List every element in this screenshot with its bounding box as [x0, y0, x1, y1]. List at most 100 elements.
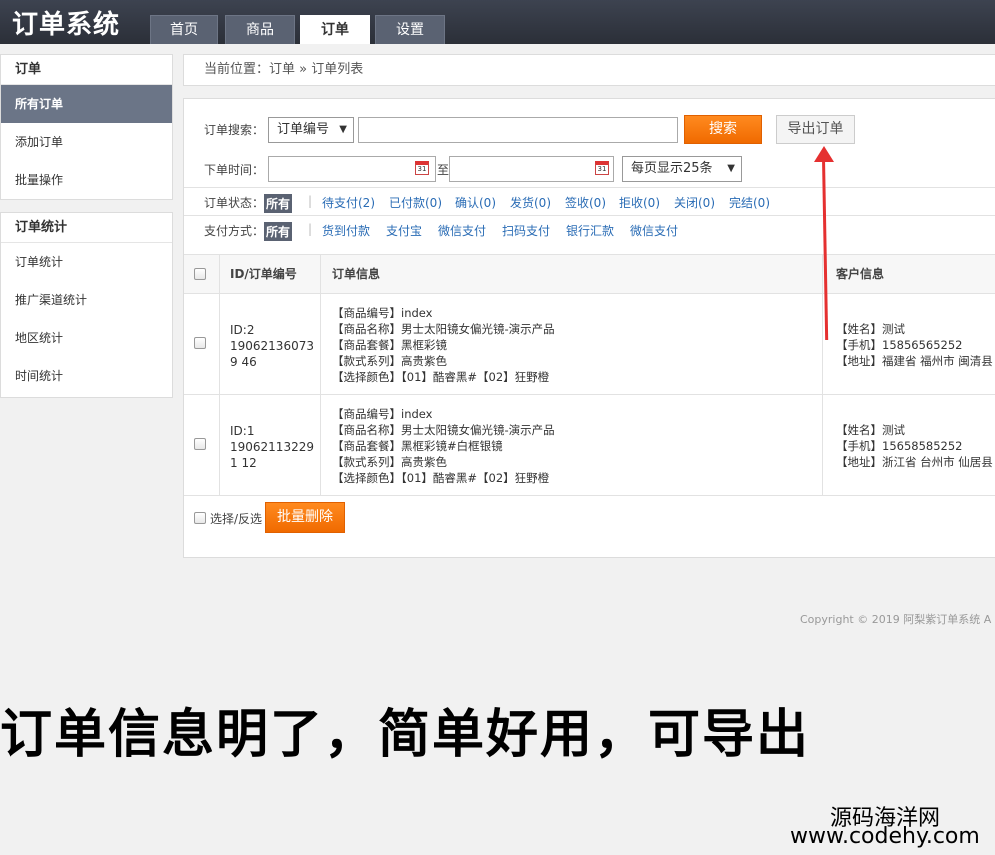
- status-filter-shipped[interactable]: 发货(0): [510, 194, 551, 211]
- search-input[interactable]: [358, 117, 678, 143]
- select-all-checkbox[interactable]: [194, 268, 206, 280]
- select-toggle-label[interactable]: 选择/反选: [210, 510, 262, 527]
- payment-label: 支付方式：: [204, 224, 265, 238]
- info-line: 【商品套餐】黑框彩镜: [332, 338, 447, 352]
- column-header-customer: 客户信息: [836, 267, 885, 281]
- sidebar-group-title: 订单统计: [1, 213, 172, 243]
- order-number: 190621132291 12: [230, 440, 314, 470]
- annotation-arrow-head-icon: [814, 146, 834, 162]
- status-filter-closed[interactable]: 关闭(0): [674, 194, 715, 211]
- breadcrumb: 当前位置：订单 » 订单列表: [183, 54, 995, 86]
- order-id: ID:1: [230, 424, 255, 438]
- tab-orders[interactable]: 订单: [300, 15, 370, 44]
- table-header: ID/订单编号 订单信息 客户信息: [184, 254, 995, 294]
- payment-filter-all[interactable]: 所有: [264, 222, 293, 241]
- customer-line: 【地址】浙江省 台州市 仙居县: [836, 455, 993, 469]
- order-number: 190621360739 46: [230, 339, 314, 369]
- info-line: 【商品套餐】黑框彩镜#白框银镜: [332, 439, 503, 453]
- order-id-cell: ID:1 190621132291 12: [230, 423, 315, 471]
- row-divider: [184, 394, 995, 395]
- status-label: 订单状态：: [204, 196, 265, 210]
- batch-delete-button[interactable]: 批量删除: [265, 502, 345, 533]
- search-field-select[interactable]: 订单编号 ▼: [268, 117, 354, 143]
- time-separator: 至: [437, 163, 450, 177]
- payment-filter-alipay[interactable]: 支付宝: [386, 222, 422, 239]
- tab-products[interactable]: 商品: [225, 15, 295, 44]
- info-line: 【款式系列】高贵紫色: [332, 354, 447, 368]
- column-header-id: ID/订单编号: [230, 267, 297, 281]
- row-divider: [184, 495, 995, 496]
- page-size-select[interactable]: 每页显示25条 ▼: [622, 156, 742, 182]
- select-toggle-checkbox[interactable]: [194, 512, 206, 524]
- payment-filter-cod[interactable]: 货到付款: [322, 222, 370, 239]
- separator: |: [308, 222, 313, 236]
- payment-filter-qrcode[interactable]: 扫码支付: [502, 222, 550, 239]
- status-filter-unpaid[interactable]: 待支付(2): [322, 194, 375, 211]
- sidebar-item-all-orders[interactable]: 所有订单: [1, 85, 172, 123]
- top-bar: 订单系统 首页 商品 订单 设置: [0, 0, 995, 44]
- status-filter-confirmed[interactable]: 确认(0): [455, 194, 496, 211]
- column-divider: [320, 254, 321, 495]
- sidebar-item-add-order[interactable]: 添加订单: [1, 123, 172, 161]
- tab-home[interactable]: 首页: [150, 15, 218, 44]
- customer-line: 【手机】15658585252: [836, 439, 963, 453]
- sidebar-item-region-stats[interactable]: 地区统计: [1, 319, 172, 357]
- sidebar-item-time-stats[interactable]: 时间统计: [1, 357, 172, 395]
- info-line: 【选择颜色】【01】酷睿黑#【02】狂野橙: [332, 471, 550, 485]
- payment-filter-wechat-2[interactable]: 微信支付: [630, 222, 678, 239]
- customer-info-cell: 【姓名】测试 【手机】15856565252 【地址】福建省 福州市 闽清县: [836, 321, 993, 369]
- sidebar-group-title: 订单: [1, 55, 172, 85]
- dropdown-arrow-icon: ▼: [339, 124, 347, 135]
- info-line: 【商品名称】男士太阳镜女偏光镜-演示产品: [332, 322, 555, 336]
- order-id: ID:2: [230, 323, 255, 337]
- info-line: 【商品编号】index: [332, 306, 433, 320]
- payment-filter-bank[interactable]: 银行汇款: [566, 222, 614, 239]
- status-filter-rejected[interactable]: 拒收(0): [619, 194, 660, 211]
- column-divider: [219, 254, 220, 495]
- customer-line: 【姓名】测试: [836, 322, 905, 336]
- customer-line: 【手机】15856565252: [836, 338, 963, 352]
- row-checkbox[interactable]: [194, 337, 206, 349]
- row-checkbox[interactable]: [194, 438, 206, 450]
- order-id-cell: ID:2 190621360739 46: [230, 322, 315, 370]
- start-date-input[interactable]: [268, 156, 436, 182]
- sidebar-item-channel-stats[interactable]: 推广渠道统计: [1, 281, 172, 319]
- sidebar-stats-group: 订单统计 订单统计 推广渠道统计 地区统计 时间统计: [0, 212, 173, 398]
- sidebar-order-group: 订单 所有订单 添加订单 批量操作: [0, 54, 173, 200]
- status-filter-paid[interactable]: 已付款(0): [389, 194, 442, 211]
- status-filter-row: 订单状态： 所有 | 待支付(2) 已付款(0) 确认(0) 发货(0) 签收(…: [204, 194, 904, 213]
- dropdown-arrow-icon: ▼: [727, 163, 735, 174]
- order-list-panel: 订单搜索： 订单编号 ▼ 搜索 导出订单 下单时间： 31 至 31 每页显示2…: [183, 98, 995, 558]
- info-line: 【商品名称】男士太阳镜女偏光镜-演示产品: [332, 423, 555, 437]
- status-filter-completed[interactable]: 完结(0): [729, 194, 770, 211]
- copyright: Copyright © 2019 阿梨紫订单系统 A: [800, 613, 992, 626]
- export-orders-button[interactable]: 导出订单: [776, 115, 855, 144]
- promo-caption: 订单信息明了，简单好用，可导出: [0, 705, 811, 765]
- sidebar-item-batch[interactable]: 批量操作: [1, 161, 172, 199]
- sidebar-item-order-stats[interactable]: 订单统计: [1, 243, 172, 281]
- order-info-cell: 【商品编号】index 【商品名称】男士太阳镜女偏光镜-演示产品 【商品套餐】黑…: [332, 305, 555, 385]
- divider: [184, 215, 995, 216]
- payment-filter-row: 支付方式： 所有 | 货到付款 支付宝 微信支付 扫码支付 银行汇款 微信支付: [204, 222, 904, 241]
- column-header-info: 订单信息: [332, 267, 381, 281]
- order-info-cell: 【商品编号】index 【商品名称】男士太阳镜女偏光镜-演示产品 【商品套餐】黑…: [332, 406, 555, 486]
- customer-line: 【地址】福建省 福州市 闽清县: [836, 354, 993, 368]
- time-label: 下单时间：: [204, 163, 265, 177]
- calendar-icon[interactable]: 31: [415, 161, 429, 175]
- separator: |: [308, 194, 313, 208]
- column-divider: [822, 254, 823, 495]
- customer-info-cell: 【姓名】测试 【手机】15658585252 【地址】浙江省 台州市 仙居县: [836, 422, 993, 470]
- status-filter-signed[interactable]: 签收(0): [565, 194, 606, 211]
- status-filter-all[interactable]: 所有: [264, 194, 293, 213]
- tab-settings[interactable]: 设置: [375, 15, 445, 44]
- end-date-input[interactable]: [449, 156, 614, 182]
- info-line: 【款式系列】高贵紫色: [332, 455, 447, 469]
- calendar-icon[interactable]: 31: [595, 161, 609, 175]
- search-button[interactable]: 搜索: [684, 115, 762, 144]
- divider: [184, 187, 995, 188]
- info-line: 【商品编号】index: [332, 407, 433, 421]
- page-size-value: 每页显示25条: [631, 161, 713, 176]
- search-field-value: 订单编号: [277, 122, 330, 137]
- info-line: 【选择颜色】【01】酷睿黑#【02】狂野橙: [332, 370, 550, 384]
- payment-filter-wechat[interactable]: 微信支付: [438, 222, 486, 239]
